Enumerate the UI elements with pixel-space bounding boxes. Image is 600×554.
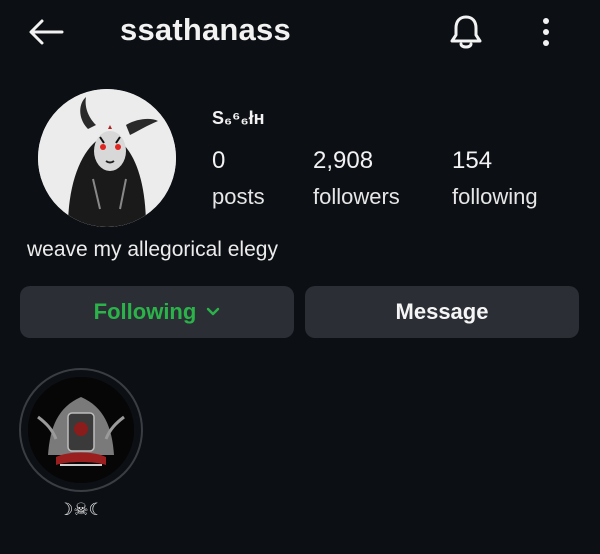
followers-count: 2,908 [313,147,374,174]
following-stat[interactable]: 154 following [452,146,538,212]
highlight-cover-image [28,377,134,483]
profile-username: ssathanass [120,12,291,47]
profile-display-name: S₆⁶₆łн [212,108,265,128]
message-button-label: Message [395,299,489,324]
avatar-image [38,89,176,227]
notifications-button[interactable] [444,10,488,54]
posts-stat[interactable]: 0 posts [212,146,265,212]
following-button-label: Following [93,299,197,324]
following-count: 154 [452,147,493,174]
followers-stat[interactable]: 2,908 followers [313,146,400,212]
posts-count: 0 [212,147,226,174]
story-highlight[interactable] [19,368,143,492]
following-label: following [452,184,538,209]
more-vertical-icon [543,18,549,46]
more-options-button[interactable] [526,10,566,54]
top-bar: ssathanass [0,0,600,64]
highlight-cover [28,377,134,483]
bell-icon [450,15,482,49]
chevron-down-icon [206,307,220,317]
profile-avatar[interactable] [38,89,176,227]
arrow-left-icon [29,19,64,45]
back-button[interactable] [24,14,68,50]
following-button[interactable]: Following [20,286,294,338]
followers-label: followers [313,184,400,209]
posts-label: posts [212,184,265,209]
story-highlight-label: ☽☠︎☾ [58,500,104,519]
profile-bio: weave my allegorical elegy [27,238,278,261]
message-button[interactable]: Message [305,286,579,338]
